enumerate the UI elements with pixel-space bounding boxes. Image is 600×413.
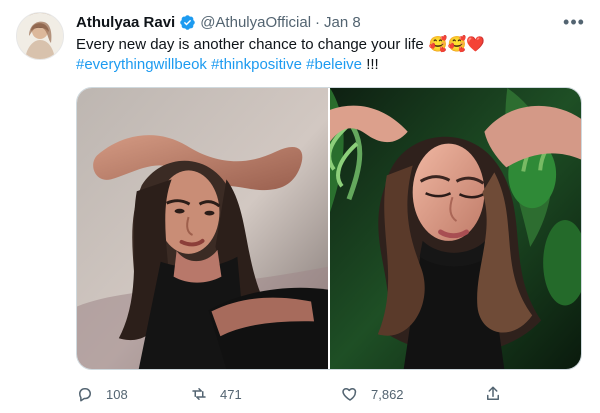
tweet-photo-right[interactable] — [330, 88, 581, 369]
separator-dot: · — [315, 13, 321, 31]
heart-icon — [342, 388, 357, 401]
tweet-text-line-2: #everythingwillbeok #thinkpositive #bele… — [76, 55, 581, 75]
tweet-actions: 108 471 7,862 — [76, 382, 581, 406]
reply-count: 108 — [106, 386, 128, 402]
profile-avatar-image — [17, 13, 63, 59]
tweet-exclamation: !!! — [366, 56, 379, 73]
reply-button[interactable]: 108 — [76, 382, 128, 406]
like-count: 7,862 — [371, 386, 404, 402]
hashtag-beleive[interactable]: #beleive — [306, 56, 362, 73]
tweet-photo-left[interactable] — [77, 88, 328, 369]
author-handle[interactable]: @AthulyaOfficial — [200, 14, 311, 31]
share-icon — [487, 386, 499, 400]
more-options-icon[interactable]: ••• — [562, 10, 586, 34]
retweet-count: 471 — [220, 386, 242, 402]
tweet-header: Athulyaa Ravi @AthulyaOfficial · Jan 8 — [76, 12, 361, 32]
tweet-date[interactable]: Jan 8 — [324, 14, 361, 31]
reply-icon — [79, 388, 91, 402]
author-name[interactable]: Athulyaa Ravi — [76, 14, 175, 31]
share-button[interactable] — [484, 382, 502, 406]
profile-avatar[interactable] — [16, 12, 64, 60]
smiling-face-with-hearts-heart-emojis: 🥰🥰❤️ — [428, 36, 485, 53]
tweet-text-line-1: Every new day is another chance to chang… — [76, 35, 581, 55]
like-button[interactable]: 7,862 — [341, 382, 404, 406]
woman-portrait-left-image — [77, 88, 328, 369]
retweet-button[interactable]: 471 — [190, 382, 242, 406]
woman-portrait-right-image — [330, 88, 581, 369]
tweet-text: Every new day is another chance to chang… — [76, 35, 581, 75]
retweet-icon — [192, 388, 206, 400]
verified-badge-icon — [180, 14, 195, 30]
hashtag-everythingwillbeok[interactable]: #everythingwillbeok — [76, 56, 207, 73]
hashtag-thinkpositive[interactable]: #thinkpositive — [211, 56, 302, 73]
tweet-media-grid — [76, 87, 582, 370]
tweet-sentence: Every new day is another chance to chang… — [76, 36, 424, 53]
tweet-card: Athulyaa Ravi @AthulyaOfficial · Jan 8 •… — [0, 0, 600, 413]
